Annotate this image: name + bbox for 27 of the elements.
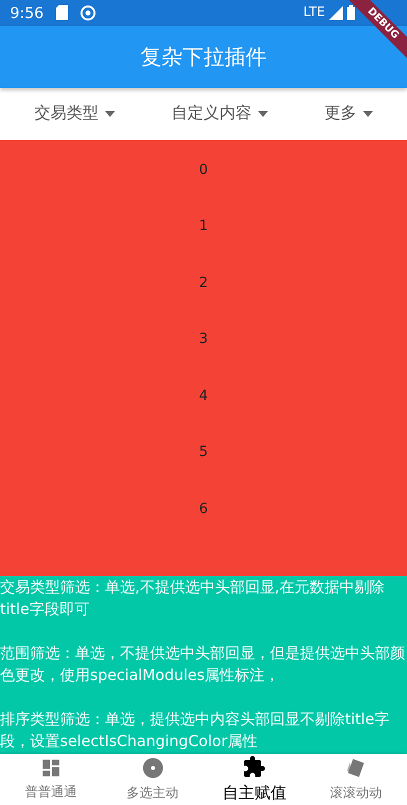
- description-text: 排序类型筛选：单选，提供选中内容头部回显不剔除title字段，设置selectIsChangingColor属性: [0, 709, 390, 752]
- description-text: 范围筛选：单选，不提供选中头部回显，但是提供选中头部颜色更改，使用specialModules属性标注，: [0, 643, 406, 686]
- list-item[interactable]: 5: [199, 440, 208, 497]
- nav-tab[interactable]: 滚滚动动: [305, 754, 407, 805]
- list-item[interactable]: 3: [199, 327, 208, 384]
- list-item[interactable]: 6: [199, 496, 208, 554]
- filter-dropdown[interactable]: 交易类型: [30, 99, 118, 128]
- sd-card-icon: [56, 5, 68, 20]
- app-title: 复杂下拉插件: [140, 44, 266, 71]
- list-item[interactable]: 1: [199, 214, 208, 271]
- circle-icon: [80, 4, 96, 21]
- filter-dropdown[interactable]: 更多: [320, 99, 376, 128]
- nav-tab[interactable]: 多选主动: [102, 754, 204, 805]
- battery-icon: [347, 5, 355, 20]
- network-label: LTE: [303, 5, 325, 20]
- caret-icon: [104, 110, 114, 117]
- filter-dropdown[interactable]: 自定义内容: [168, 99, 272, 128]
- list-item[interactable]: 0: [199, 158, 208, 214]
- caret-icon: [362, 110, 372, 117]
- status-time: 9:56: [10, 4, 44, 22]
- caret-icon: [258, 110, 268, 117]
- list-item[interactable]: 4: [199, 384, 208, 440]
- description-text: 交易类型筛选：单选,不提供选中头部回显,在元数据中剔除title字段即可: [0, 577, 386, 620]
- nav-tab[interactable]: 自主赋值: [204, 754, 306, 805]
- puzzle-icon: [242, 754, 266, 779]
- list-item[interactable]: 2: [199, 270, 208, 328]
- nav-tab[interactable]: 普普通通: [0, 754, 102, 805]
